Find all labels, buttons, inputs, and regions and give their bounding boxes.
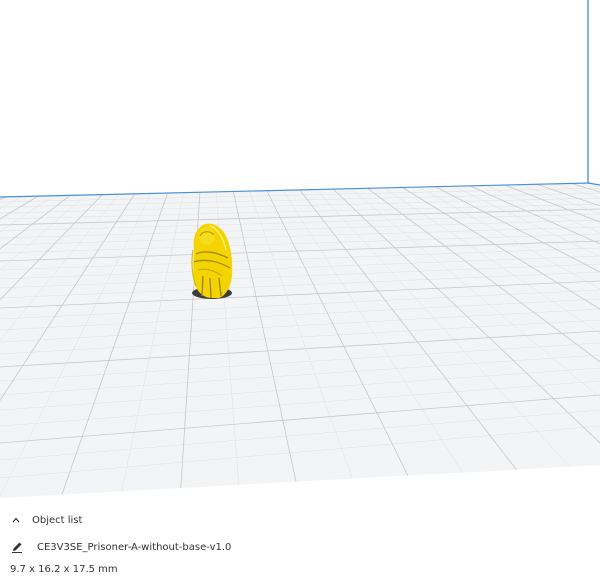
- object-dimensions: 9.7 x 16.2 x 17.5 mm: [10, 564, 118, 575]
- build-plate: [0, 183, 600, 498]
- object-list-label: Object list: [32, 514, 83, 526]
- object-name[interactable]: CE3V3SE_Prisoner-A-without-base-v1.0: [37, 542, 231, 553]
- build-plate-scene[interactable]: [0, 0, 600, 500]
- 3d-viewport[interactable]: Object list CE3V3SE_Prisoner-A-without-b…: [0, 0, 600, 584]
- object-list-panel: Object list CE3V3SE_Prisoner-A-without-b…: [0, 506, 600, 584]
- object-list-item[interactable]: CE3V3SE_Prisoner-A-without-base-v1.0: [10, 540, 231, 554]
- object-list-header[interactable]: Object list: [10, 514, 82, 526]
- chevron-up-icon[interactable]: [10, 514, 22, 526]
- pencil-icon[interactable]: [10, 540, 24, 554]
- dimensions-text: 9.7 x 16.2 x 17.5 mm: [10, 564, 118, 575]
